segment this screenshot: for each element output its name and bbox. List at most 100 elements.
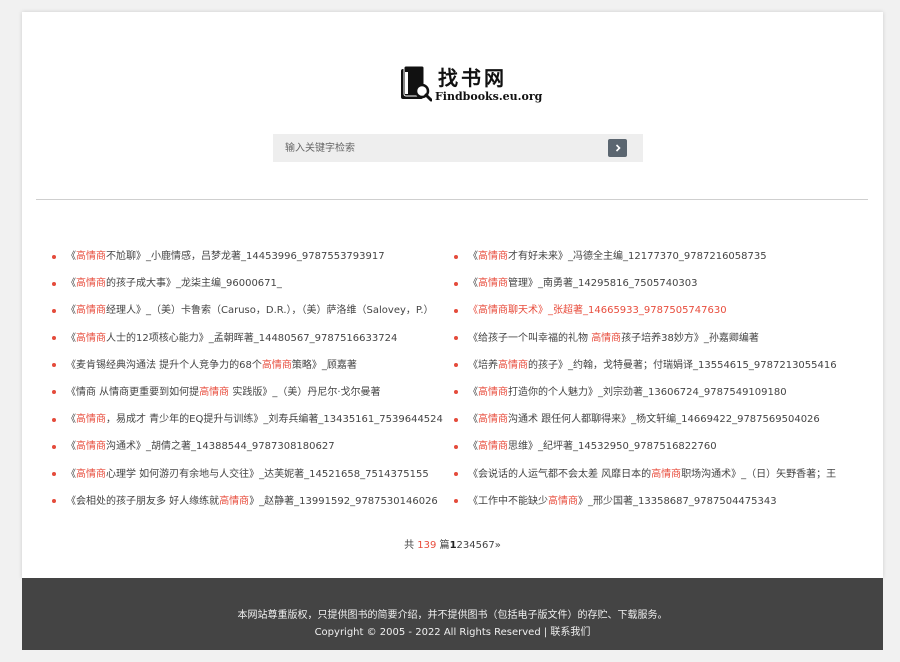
main-card: 找书网 Findbooks.eu.org 《高情商不尬聊》_小鹿情感，吕梦龙著_…	[22, 12, 883, 578]
result-title-pre[interactable]: 《麦肯锡经典沟通法 提升个人竞争力的68个	[66, 360, 262, 371]
keyword-highlight[interactable]: 高情商	[76, 333, 106, 344]
result-item[interactable]: 《会说话的人运气都不会太差 风靡日本的高情商职场沟通术》_（日）矢野香著；王	[454, 461, 854, 488]
result-title-pre[interactable]: 《培养	[468, 360, 498, 371]
result-title-post[interactable]: 实践版》_（美）丹尼尔·戈尔曼著	[229, 387, 380, 398]
keyword-highlight[interactable]: 高情商	[591, 333, 621, 344]
result-item[interactable]: 《高情商不尬聊》_小鹿情感，吕梦龙著_14453996_978755379391…	[52, 243, 452, 270]
result-title-pre[interactable]: 《	[66, 469, 76, 480]
bullet-icon	[454, 444, 458, 449]
book-search-icon	[401, 66, 432, 102]
result-title-post[interactable]: 的孩子》_约翰，戈特曼著；付瑞娟译_13554615_9787213055416	[528, 360, 837, 371]
keyword-highlight[interactable]: 高情商	[478, 305, 508, 316]
keyword-highlight[interactable]: 高情商	[76, 251, 106, 262]
result-item[interactable]: 《高情商经理人》_（美）卡鲁索（Caruso，D.R.），（美）萨洛维（Salo…	[52, 297, 452, 324]
keyword-highlight[interactable]: 高情商	[498, 360, 528, 371]
result-title-pre[interactable]: 《会相处的孩子朋友多 好人缘练就	[66, 496, 219, 507]
keyword-highlight[interactable]: 高情商	[478, 414, 508, 425]
result-title-post[interactable]: 不尬聊》_小鹿情感，吕梦龙著_14453996_9787553793917	[106, 251, 385, 262]
bullet-icon	[454, 499, 458, 504]
result-title-pre[interactable]: 《	[468, 305, 478, 316]
result-item[interactable]: 《高情商管理》_南勇著_14295816_7505740303	[454, 270, 854, 297]
result-title-post[interactable]: 》_赵静著_13991592_9787530146026	[249, 496, 438, 507]
result-title-post[interactable]: ，易成才 青少年的EQ提升与训练》_刘寿兵编著_13435161_7539644…	[106, 414, 443, 425]
result-count: 139	[417, 540, 437, 551]
bullet-icon	[52, 336, 56, 341]
search-input[interactable]	[273, 134, 593, 162]
result-title-post[interactable]: 职场沟通术》_（日）矢野香著；王	[681, 469, 836, 480]
keyword-highlight[interactable]: 高情商	[76, 469, 106, 480]
results-list-left: 《高情商不尬聊》_小鹿情感，吕梦龙著_14453996_978755379391…	[52, 243, 452, 515]
search-bar	[273, 134, 643, 162]
bullet-icon	[454, 281, 458, 286]
pager-prefix: 共	[404, 540, 418, 551]
result-title-pre[interactable]: 《	[468, 387, 478, 398]
result-item[interactable]: 《高情商的孩子成大事》_龙柒主编_96000671_	[52, 270, 452, 297]
keyword-highlight[interactable]: 高情商	[76, 278, 106, 289]
result-title-pre[interactable]: 《	[66, 441, 76, 452]
result-title-post[interactable]: 管理》_南勇著_14295816_7505740303	[508, 278, 698, 289]
result-item[interactable]: 《给孩子一个叫幸福的礼物 高情商孩子培养38妙方》_孙嘉卿编著	[454, 325, 854, 352]
result-title-pre[interactable]: 《	[468, 441, 478, 452]
keyword-highlight[interactable]: 高情商	[548, 496, 578, 507]
keyword-highlight[interactable]: 高情商	[219, 496, 249, 507]
result-item[interactable]: 《高情商心理学 如何游刃有余地与人交往》_达芙妮著_14521658_75143…	[52, 461, 452, 488]
result-title-post[interactable]: 经理人》_（美）卡鲁索（Caruso，D.R.），（美）萨洛维（Salovey，…	[106, 305, 434, 316]
result-item[interactable]: 《麦肯锡经典沟通法 提升个人竞争力的68个高情商策略》_顾嘉著	[52, 352, 452, 379]
result-title-pre[interactable]: 《	[468, 278, 478, 289]
result-title-post[interactable]: 孩子培养38妙方》_孙嘉卿编著	[621, 333, 759, 344]
keyword-highlight[interactable]: 高情商	[76, 305, 106, 316]
keyword-highlight[interactable]: 高情商	[76, 441, 106, 452]
result-title-pre[interactable]: 《	[66, 414, 76, 425]
result-title-post[interactable]: 的孩子成大事》_龙柒主编_96000671_	[106, 278, 282, 289]
contact-link[interactable]: 联系我们	[550, 627, 590, 638]
result-item[interactable]: 《高情商沟通术 跟任何人都聊得来》_杨文轩编_14669422_97875695…	[454, 406, 854, 433]
result-title-pre[interactable]: 《	[468, 251, 478, 262]
result-title-pre[interactable]: 《	[66, 251, 76, 262]
result-item[interactable]: 《高情商聊天术》_张超著_14665933_9787505747630	[454, 297, 854, 324]
result-item[interactable]: 《高情商沟通术》_胡倩之著_14388544_9787308180627	[52, 433, 452, 460]
keyword-highlight[interactable]: 高情商	[651, 469, 681, 480]
site-logo[interactable]: 找书网 Findbooks.eu.org	[400, 62, 542, 116]
result-title-post[interactable]: 》_邢少国著_13358687_9787504475343	[578, 496, 777, 507]
keyword-highlight[interactable]: 高情商	[478, 441, 508, 452]
search-button[interactable]	[608, 139, 627, 157]
result-item[interactable]: 《培养高情商的孩子》_约翰，戈特曼著；付瑞娟译_13554615_9787213…	[454, 352, 854, 379]
result-item[interactable]: 《高情商，易成才 青少年的EQ提升与训练》_刘寿兵编著_13435161_753…	[52, 406, 452, 433]
result-item[interactable]: 《高情商思维》_纪坪著_14532950_9787516822760	[454, 433, 854, 460]
next-page-link[interactable]: »	[495, 540, 501, 551]
result-title-post[interactable]: 思维》_纪坪著_14532950_9787516822760	[508, 441, 717, 452]
result-title-post[interactable]: 人士的12项核心能力》_孟朝晖著_14480567_9787516633724	[106, 333, 397, 344]
result-title-post[interactable]: 沟通术 跟任何人都聊得来》_杨文轩编_14669422_978756950402…	[508, 414, 820, 425]
result-item[interactable]: 《情商 从情商更重要到如何提高情商 实践版》_（美）丹尼尔·戈尔曼著	[52, 379, 452, 406]
result-item[interactable]: 《高情商才有好未来》_冯德全主编_12177370_9787216058735	[454, 243, 854, 270]
result-item[interactable]: 《工作中不能缺少高情商》_邢少国著_13358687_9787504475343	[454, 488, 854, 515]
pagination: 共 139 篇1234567»	[22, 536, 883, 551]
result-title-pre[interactable]: 《	[66, 305, 76, 316]
bullet-icon	[454, 390, 458, 395]
result-title-post[interactable]: 聊天术》_张超著_14665933_9787505747630	[508, 305, 727, 316]
result-title-pre[interactable]: 《工作中不能缺少	[468, 496, 548, 507]
keyword-highlight[interactable]: 高情商	[478, 387, 508, 398]
keyword-highlight[interactable]: 高情商	[478, 278, 508, 289]
result-title-pre[interactable]: 《会说话的人运气都不会太差 风靡日本的	[468, 469, 651, 480]
result-title-pre[interactable]: 《	[66, 333, 76, 344]
results-list-right: 《高情商才有好未来》_冯德全主编_12177370_9787216058735 《…	[454, 243, 854, 515]
bullet-icon	[52, 281, 56, 286]
result-title-pre[interactable]: 《	[66, 278, 76, 289]
result-title-post[interactable]: 沟通术》_胡倩之著_14388544_9787308180627	[106, 441, 335, 452]
keyword-highlight[interactable]: 高情商	[199, 387, 229, 398]
result-title-pre[interactable]: 《给孩子一个叫幸福的礼物	[468, 333, 591, 344]
result-item[interactable]: 《高情商打造你的个人魅力》_刘宗劲著_13606724_978754910918…	[454, 379, 854, 406]
bullet-icon	[454, 363, 458, 368]
result-title-post[interactable]: 心理学 如何游刃有余地与人交往》_达芙妮著_14521658_751437515…	[106, 469, 429, 480]
result-item[interactable]: 《会相处的孩子朋友多 好人缘练就高情商》_赵静著_13991592_978753…	[52, 488, 452, 515]
result-title-post[interactable]: 才有好未来》_冯德全主编_12177370_9787216058735	[508, 251, 767, 262]
result-title-post[interactable]: 打造你的个人魅力》_刘宗劲著_13606724_9787549109180	[508, 387, 787, 398]
result-item[interactable]: 《高情商人士的12项核心能力》_孟朝晖著_14480567_9787516633…	[52, 325, 452, 352]
keyword-highlight[interactable]: 高情商	[478, 251, 508, 262]
keyword-highlight[interactable]: 高情商	[262, 360, 292, 371]
result-title-post[interactable]: 策略》_顾嘉著	[292, 360, 357, 371]
result-title-pre[interactable]: 《	[468, 414, 478, 425]
keyword-highlight[interactable]: 高情商	[76, 414, 106, 425]
result-title-pre[interactable]: 《情商 从情商更重要到如何提	[66, 387, 199, 398]
